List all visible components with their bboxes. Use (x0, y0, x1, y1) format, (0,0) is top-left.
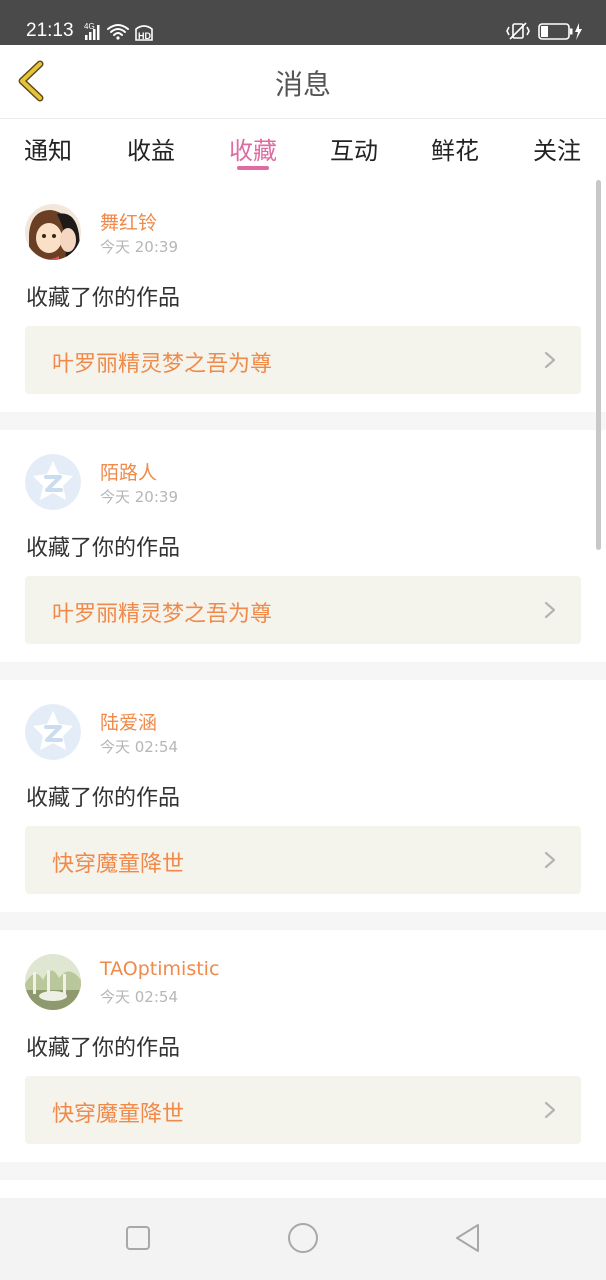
battery-icon (538, 23, 573, 40)
separator (0, 662, 606, 680)
charging-icon (575, 23, 582, 40)
tab-follows[interactable]: 关注 (527, 131, 587, 166)
work-title: 叶罗丽精灵梦之吾为尊 (52, 602, 273, 627)
chevron-right-icon (544, 1101, 556, 1119)
home-icon[interactable] (287, 1222, 319, 1254)
avatar[interactable] (25, 454, 81, 510)
message-text: 收藏了你的作品 (26, 1036, 181, 1061)
default-avatar-icon (25, 454, 81, 510)
timestamp: 今天 02:54 (100, 738, 178, 756)
separator (0, 412, 606, 430)
page-title: 消息 (274, 68, 331, 101)
anime-avatar-image (25, 204, 81, 260)
active-tab-indicator (237, 166, 269, 170)
signal-4g-icon: 4G (84, 22, 100, 40)
avatar[interactable] (25, 954, 81, 1010)
username[interactable]: 舞红铃 (100, 208, 157, 235)
tab-bar: 通知 收益 收藏 互动 鲜花 关注 (0, 119, 606, 179)
wifi-icon (107, 24, 129, 40)
chevron-right-icon (544, 601, 556, 619)
back-icon[interactable] (452, 1222, 484, 1254)
status-bar: 21:13 4G HD (0, 0, 606, 45)
signal-wifi-hd-icons: 4G HD (84, 22, 153, 41)
system-nav-bar (0, 1198, 606, 1280)
timestamp: 今天 02:54 (100, 988, 178, 1006)
work-title: 快穿魔童降世 (52, 852, 185, 877)
scrollbar[interactable] (596, 180, 601, 550)
work-link-card[interactable]: 快穿魔童降世 (25, 826, 581, 894)
username[interactable]: 陆爱涵 (100, 708, 157, 735)
work-title: 快穿魔童降世 (52, 1102, 185, 1127)
tab-favorites[interactable]: 收藏 (223, 131, 283, 166)
message-text: 收藏了你的作品 (26, 286, 181, 311)
photo-avatar-image (25, 954, 81, 1010)
avatar[interactable] (25, 204, 81, 260)
username[interactable]: TAOptimistic (100, 958, 219, 980)
chevron-right-icon (544, 851, 556, 869)
message-text: 收藏了你的作品 (26, 786, 181, 811)
notification-item: 陆爱涵 今天 02:54 收藏了你的作品 快穿魔童降世 (0, 680, 606, 912)
notification-item: TAOptimistic 今天 02:54 收藏了你的作品 快穿魔童降世 (0, 930, 606, 1162)
hd-icon: HD (135, 25, 153, 41)
chevron-right-icon (544, 351, 556, 369)
recent-apps-icon[interactable] (122, 1222, 154, 1254)
header: 消息 (0, 45, 606, 119)
timestamp: 今天 20:39 (100, 488, 178, 506)
message-text: 收藏了你的作品 (26, 536, 181, 561)
timestamp: 今天 20:39 (100, 238, 178, 256)
tab-flowers[interactable]: 鲜花 (425, 131, 485, 166)
vibrate-icon (506, 22, 530, 40)
status-time: 21:13 (26, 20, 74, 41)
work-link-card[interactable]: 快穿魔童降世 (25, 1076, 581, 1144)
tab-earnings[interactable]: 收益 (121, 131, 181, 166)
vibrate-battery-icons (506, 22, 582, 40)
notification-item: 陌路人 今天 20:39 收藏了你的作品 叶罗丽精灵梦之吾为尊 (0, 430, 606, 662)
separator (0, 912, 606, 930)
avatar[interactable] (25, 704, 81, 760)
work-link-card[interactable]: 叶罗丽精灵梦之吾为尊 (25, 576, 581, 644)
notification-item: 舞红铃 今天 20:39 收藏了你的作品 叶罗丽精灵梦之吾为尊 (0, 180, 606, 412)
work-title: 叶罗丽精灵梦之吾为尊 (52, 352, 273, 377)
svg-text:HD: HD (138, 31, 151, 41)
tab-notifications[interactable]: 通知 (18, 131, 78, 166)
work-link-card[interactable]: 叶罗丽精灵梦之吾为尊 (25, 326, 581, 394)
tab-interactions[interactable]: 互动 (324, 131, 384, 166)
username[interactable]: 陌路人 (100, 458, 157, 485)
separator (0, 1162, 606, 1180)
default-avatar-icon (25, 704, 81, 760)
